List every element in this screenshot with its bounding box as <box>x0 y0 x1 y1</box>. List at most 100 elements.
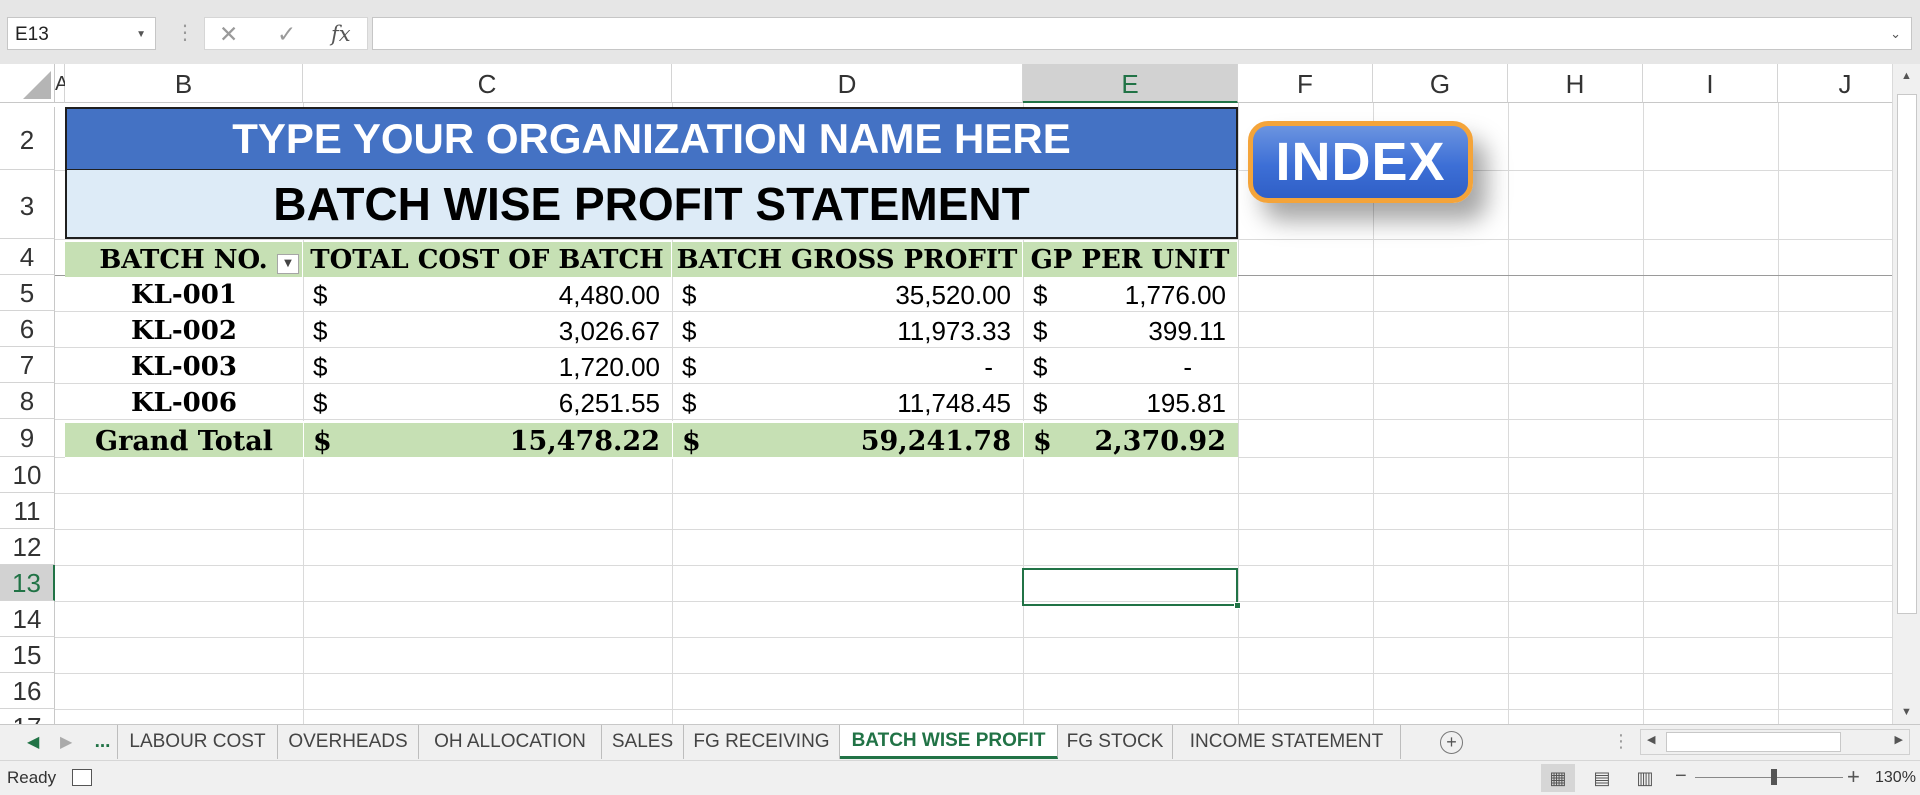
grand-total-row: Grand Total $ 15,478.22 $ 59,241.78 $ 2,… <box>65 421 1238 459</box>
vertical-scrollbar[interactable]: ▲ ▼ <box>1892 64 1920 724</box>
formula-bar-grip-icon[interactable]: ⋮ <box>175 20 195 45</box>
total-cost-cell[interactable]: 3,026.67 <box>303 313 672 349</box>
header-gross-profit[interactable]: BATCH GROSS PROFIT <box>672 242 1023 277</box>
scroll-down-icon[interactable]: ▼ <box>1901 706 1912 718</box>
row-header-15[interactable]: 15 <box>0 637 55 673</box>
more-sheets-button[interactable]: ... <box>88 725 118 759</box>
scroll-right-icon[interactable]: ▶ <box>1895 733 1903 746</box>
total-cost-cell[interactable]: 1,720.00 <box>303 349 672 385</box>
name-box[interactable]: E13 ▼ <box>7 17 156 50</box>
gross-profit-total-cell[interactable]: 59,241.78 <box>672 423 1023 459</box>
batch-no-cell[interactable]: KL-006 <box>65 385 303 421</box>
tab-batch-wise-profit[interactable]: BATCH WISE PROFIT <box>840 725 1058 759</box>
total-cost-cell[interactable]: 6,251.55 <box>303 385 672 421</box>
column-header-i[interactable]: I <box>1643 64 1778 103</box>
tab-oh-allocation[interactable]: OH ALLOCATION <box>419 725 602 759</box>
gridline <box>55 601 1892 602</box>
tab-split-grip-icon[interactable]: ⋮ <box>1612 731 1630 752</box>
tab-overheads[interactable]: OVERHEADS <box>278 725 419 759</box>
batch-no-cell[interactable]: KL-002 <box>65 313 303 349</box>
column-header-e[interactable]: E <box>1023 64 1238 103</box>
statement-title-banner[interactable]: BATCH WISE PROFIT STATEMENT <box>65 170 1238 239</box>
total-cost-cell[interactable]: 4,480.00 <box>303 277 672 313</box>
zoom-slider-thumb[interactable] <box>1771 769 1777 785</box>
next-sheet-icon[interactable]: ▶ <box>60 732 72 752</box>
scroll-up-icon[interactable]: ▲ <box>1901 70 1912 82</box>
page-break-preview-icon[interactable]: ▥ <box>1628 764 1662 792</box>
column-header-a[interactable]: A <box>55 64 68 103</box>
zoom-level[interactable]: 130% <box>1875 769 1916 787</box>
fill-handle[interactable] <box>1234 602 1241 609</box>
row-header-5[interactable]: 5 <box>0 275 55 311</box>
table-row: KL-001 $ 4,480.00 $ 35,520.00 $ 1,776.00 <box>65 277 1238 313</box>
row-header-14[interactable]: 14 <box>0 601 55 637</box>
organization-name-banner[interactable]: TYPE YOUR ORGANIZATION NAME HERE <box>65 107 1238 170</box>
select-all-button[interactable] <box>0 64 55 103</box>
row-header-6[interactable]: 6 <box>0 311 55 347</box>
batch-no-cell[interactable]: KL-003 <box>65 349 303 385</box>
macro-recording-icon[interactable] <box>72 769 92 786</box>
active-cell-e13[interactable] <box>1022 568 1241 609</box>
name-box-dropdown-icon[interactable]: ▼ <box>136 29 146 40</box>
row-header-3[interactable]: 3 <box>0 170 55 239</box>
gp-per-unit-cell[interactable]: - <box>1023 349 1238 385</box>
row-header-9[interactable]: 9 <box>0 419 55 457</box>
row-header-8[interactable]: 8 <box>0 383 55 419</box>
gp-per-unit-cell[interactable]: 1,776.00 <box>1023 277 1238 313</box>
vertical-scroll-thumb[interactable] <box>1897 94 1917 614</box>
row-header-13[interactable]: 13 <box>0 565 55 601</box>
tab-labour-cost[interactable]: LABOUR COST <box>118 725 278 759</box>
tab-income-statement[interactable]: INCOME STATEMENT <box>1173 725 1401 759</box>
column-header-f[interactable]: F <box>1238 64 1373 103</box>
insert-function-icon[interactable]: fx <box>331 22 351 46</box>
row-header-17[interactable]: 17 <box>0 709 55 724</box>
gp-per-unit-cell[interactable]: 399.11 <box>1023 313 1238 349</box>
gross-profit-cell[interactable]: 35,520.00 <box>672 277 1023 313</box>
row-header-2[interactable]: 2 <box>0 107 55 170</box>
normal-view-icon[interactable]: ▦ <box>1541 764 1575 792</box>
cancel-icon[interactable]: ✕ <box>219 21 238 48</box>
horizontal-scrollbar[interactable]: ◀ ▶ <box>1640 729 1910 755</box>
enter-icon[interactable]: ✓ <box>277 21 296 48</box>
row-header-10[interactable]: 10 <box>0 457 55 493</box>
total-cost-total-cell[interactable]: 15,478.22 <box>303 423 672 459</box>
column-header-c[interactable]: C <box>303 64 672 103</box>
gross-profit-cell[interactable]: 11,748.45 <box>672 385 1023 421</box>
expand-formula-bar-icon[interactable]: ⌄ <box>1890 26 1901 42</box>
row-header-11[interactable]: 11 <box>0 493 55 529</box>
filter-dropdown-icon[interactable]: ▼ <box>277 254 299 274</box>
header-gp-per-unit[interactable]: GP PER UNIT <box>1023 242 1238 277</box>
row-header-4[interactable]: 4 <box>0 239 55 275</box>
zoom-in-button[interactable]: + <box>1847 764 1860 790</box>
gridline <box>1508 103 1509 724</box>
column-header-d[interactable]: D <box>672 64 1023 103</box>
header-total-cost[interactable]: TOTAL COST OF BATCH <box>303 242 672 277</box>
add-sheet-icon[interactable]: + <box>1440 731 1463 754</box>
table-row: KL-003 $ 1,720.00 $ - $ - <box>65 349 1238 385</box>
index-button[interactable]: INDEX <box>1248 121 1473 203</box>
zoom-slider[interactable] <box>1695 777 1843 778</box>
column-header-b[interactable]: B <box>65 64 303 103</box>
column-header-j[interactable]: J <box>1778 64 1892 103</box>
row-header-7[interactable]: 7 <box>0 347 55 383</box>
prev-sheet-icon[interactable]: ◀ <box>27 732 39 752</box>
formula-input[interactable]: ⌄ <box>372 17 1912 50</box>
gp-per-unit-total-cell[interactable]: 2,370.92 <box>1023 423 1238 459</box>
page-layout-view-icon[interactable]: ▤ <box>1585 764 1619 792</box>
tab-fg-stock[interactable]: FG STOCK <box>1058 725 1173 759</box>
gross-profit-cell[interactable]: - <box>672 349 1023 385</box>
zoom-out-button[interactable]: − <box>1675 765 1687 788</box>
tab-sales[interactable]: SALES <box>602 725 684 759</box>
batch-no-cell[interactable]: KL-001 <box>65 277 303 313</box>
header-batch-no[interactable]: BATCH NO. ▼ <box>65 242 303 277</box>
horizontal-scroll-thumb[interactable] <box>1666 732 1841 752</box>
row-header-16[interactable]: 16 <box>0 673 55 709</box>
column-header-h[interactable]: H <box>1508 64 1643 103</box>
scroll-left-icon[interactable]: ◀ <box>1647 733 1655 746</box>
grand-total-label[interactable]: Grand Total <box>65 423 303 459</box>
gross-profit-cell[interactable]: 11,973.33 <box>672 313 1023 349</box>
tab-fg-receiving[interactable]: FG RECEIVING <box>684 725 840 759</box>
column-header-g[interactable]: G <box>1373 64 1508 103</box>
gp-per-unit-cell[interactable]: 195.81 <box>1023 385 1238 421</box>
row-header-12[interactable]: 12 <box>0 529 55 565</box>
